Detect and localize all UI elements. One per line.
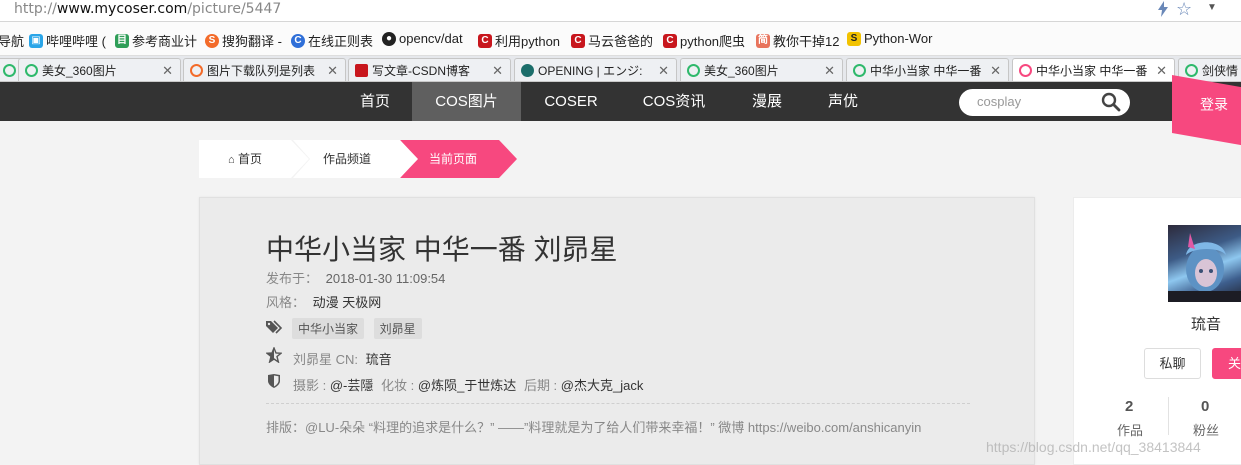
nav-item-coser[interactable]: COSER <box>530 82 612 121</box>
360-icon <box>687 64 700 77</box>
search-box <box>959 89 1130 116</box>
tab-strip: 美女_360图片 ✕ 图片下载队列是列表 ✕ 写文章-CSDN博客 ✕ OPEN… <box>0 56 1241 82</box>
close-icon[interactable]: ✕ <box>162 63 173 79</box>
author-name[interactable]: 琉音 <box>1191 313 1221 334</box>
bookmark-item[interactable]: ▣ 哔哩哔哩 ( <box>29 31 106 50</box>
jianshu-icon: 简 <box>756 33 770 48</box>
github-icon: ● <box>382 31 396 46</box>
browser-tab[interactable]: 图片下载队列是列表 ✕ <box>183 58 346 81</box>
python-icon: S <box>847 31 861 46</box>
loading-icon <box>521 64 534 77</box>
bookmark-item[interactable]: 导航 <box>0 31 24 50</box>
watermark: https://blog.csdn.net/qq_38413844 <box>986 439 1201 455</box>
works-count: 2 <box>1125 398 1134 415</box>
breadcrumb-home[interactable]: ⌂ 首页 <box>199 140 309 178</box>
360-icon <box>3 64 16 77</box>
published-row: 发布于： 2018-01-30 11:09:54 <box>266 271 446 286</box>
close-icon[interactable]: ✕ <box>1156 63 1167 79</box>
staff-row: 摄影 : @-芸隱 化妆 : @炼陨_于世炼达 后期 : @杰大克_jack <box>293 378 644 393</box>
nav-item-exhibitions[interactable]: 漫展 <box>738 82 796 121</box>
bookmark-item[interactable]: ● opencv/dat <box>382 31 463 46</box>
close-icon[interactable]: ✕ <box>492 63 503 79</box>
cn-link[interactable]: 琉音 <box>366 352 392 367</box>
bookmark-item[interactable]: 目 参考商业计 <box>115 31 197 50</box>
dropdown-arrow-icon[interactable]: ▼ <box>1207 2 1217 13</box>
close-icon[interactable]: ✕ <box>990 63 1001 79</box>
private-message-button[interactable]: 私聊 <box>1144 348 1201 379</box>
csdn-icon <box>355 64 368 77</box>
bookmark-item[interactable]: C python爬虫 <box>663 31 745 50</box>
browser-tab[interactable]: 写文章-CSDN博客 ✕ <box>348 58 511 81</box>
follow-button[interactable]: 关 <box>1212 348 1241 379</box>
nav-item-cos-pictures[interactable]: COS图片 <box>412 82 521 121</box>
post-description: 排版：@LU-朵朵 “料理的追求是什么？” ——”料理就是为了给人们带来幸福！”… <box>266 420 922 435</box>
csdn-icon: C <box>478 33 492 48</box>
browser-tab-active[interactable]: 中华小当家 中华一番 ✕ <box>1012 58 1175 81</box>
search-icon[interactable] <box>1101 92 1121 115</box>
post-title: 中华小当家 中华一番 刘昴星 <box>266 234 618 265</box>
stat-divider <box>1168 397 1169 435</box>
login-button[interactable]: 登录 <box>1172 74 1241 148</box>
fans-label[interactable]: 粉丝 <box>1193 420 1219 439</box>
lightning-icon[interactable] <box>1157 1 1169 21</box>
mycoser-icon <box>1019 64 1032 77</box>
photographer-link[interactable]: @-芸隱 <box>330 378 374 393</box>
bookmark-item[interactable]: C 利用python <box>478 31 560 50</box>
sogou-icon <box>190 64 203 77</box>
fans-count: 0 <box>1201 398 1210 415</box>
home-icon: ⌂ <box>228 154 235 166</box>
sogou-icon: S <box>205 33 219 48</box>
close-icon[interactable]: ✕ <box>327 63 338 79</box>
tags-icon <box>266 320 285 337</box>
bookmark-item[interactable]: 简 教你干掉12 <box>756 31 839 50</box>
makeup-link[interactable]: @炼陨_于世炼达 <box>418 378 516 393</box>
csdn-icon: C <box>663 33 677 48</box>
works-label[interactable]: 作品 <box>1117 420 1143 439</box>
bookmark-item[interactable]: C 马云爸爸的 <box>571 31 653 50</box>
360-icon <box>25 64 38 77</box>
url-path: /picture/5447 <box>187 1 282 17</box>
browser-tab[interactable]: 中华小当家 中华一番 ✕ <box>846 58 1009 81</box>
360-icon <box>853 64 866 77</box>
nav-item-cos-news[interactable]: COS资讯 <box>628 82 720 121</box>
bookmarks-bar: 导航 ▣ 哔哩哔哩 ( 目 参考商业计 S 搜狗翻译 - C 在线正则表 ● o… <box>0 22 1241 56</box>
post-card: 中华小当家 中华一番 刘昴星 发布于： 2018-01-30 11:09:54 … <box>199 197 1035 465</box>
nav-item-voice-actors[interactable]: 声优 <box>814 82 872 121</box>
nav-item-home[interactable]: 首页 <box>344 82 406 121</box>
360-icon <box>1185 64 1198 77</box>
post-processing-link[interactable]: @杰大克_jack <box>561 378 644 393</box>
star-icon[interactable]: ☆ <box>1176 0 1192 20</box>
star-half-icon <box>265 346 283 366</box>
bookmark-item[interactable]: C 在线正则表 <box>291 31 373 50</box>
browser-tab[interactable]: 美女_360图片 ✕ <box>18 58 181 81</box>
regex-icon: C <box>291 33 305 48</box>
url-host: www.mycoser.com <box>56 1 188 17</box>
bookmark-item[interactable]: S 搜狗翻译 - <box>205 31 282 50</box>
character-row: 刘昴星 CN: 琉音 <box>293 352 392 367</box>
document-icon: 目 <box>115 33 129 48</box>
style-row: 风格： 动漫 天极网 <box>266 295 382 310</box>
divider <box>266 403 970 404</box>
tag-item[interactable]: 中华小当家 <box>292 318 365 339</box>
avatar[interactable] <box>1168 225 1241 302</box>
search-input[interactable] <box>977 94 1097 109</box>
tag-item[interactable]: 刘昴星 <box>373 318 422 339</box>
close-icon[interactable]: ✕ <box>824 63 835 79</box>
csdn-icon: C <box>571 33 585 48</box>
bookmark-item[interactable]: S Python-Wor <box>847 31 932 46</box>
bilibili-icon: ▣ <box>29 33 43 48</box>
site-nav: 首页 COS图片 COSER COS资讯 漫展 声优 <box>0 82 1241 121</box>
address-bar[interactable]: http://www.mycoser.com/picture/5447 ☆ ▼ <box>0 0 1241 22</box>
browser-tab[interactable]: 美女_360图片 ✕ <box>680 58 843 81</box>
tag-list: 中华小当家 刘昴星 <box>292 318 428 339</box>
breadcrumb-channel[interactable]: 作品频道 <box>293 140 418 178</box>
url-text[interactable]: http://www.mycoser.com/picture/5447 <box>14 1 281 17</box>
shield-icon <box>268 374 280 391</box>
close-icon[interactable]: ✕ <box>658 63 669 79</box>
url-prefix: http:// <box>14 1 57 17</box>
author-card: 琉音 私聊 关 2 作品 0 粉丝 <box>1073 197 1241 465</box>
browser-tab[interactable]: OPENING | エンジ: ✕ <box>514 58 677 81</box>
